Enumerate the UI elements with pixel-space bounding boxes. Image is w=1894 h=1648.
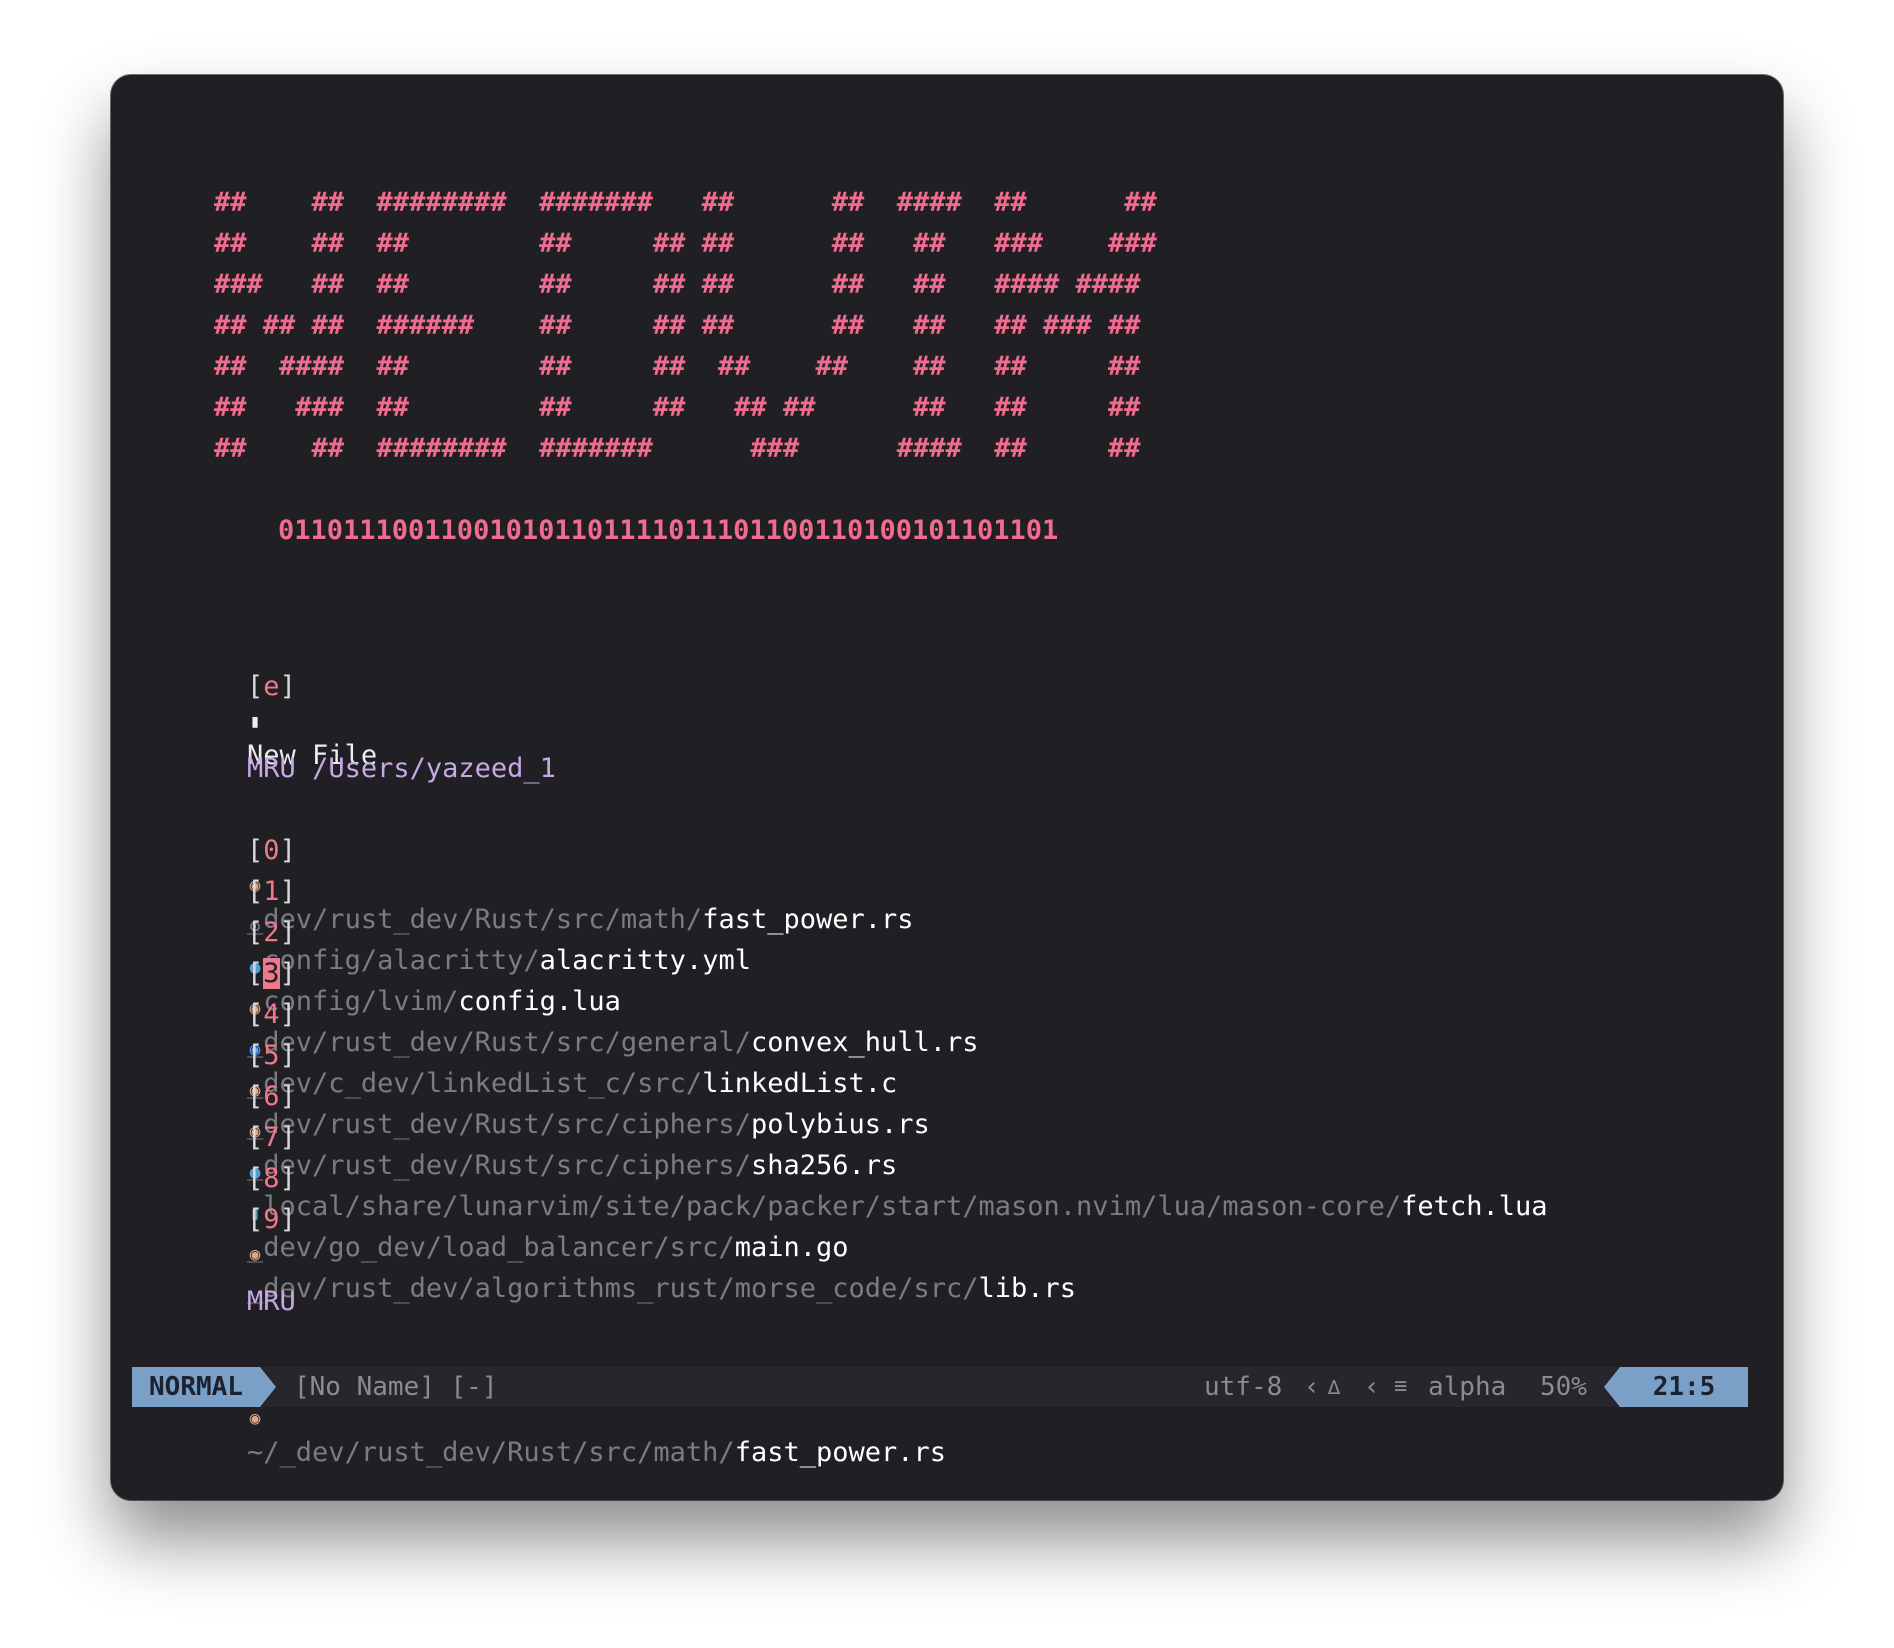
bracket-open: [ <box>247 671 264 702</box>
banner-line: ## ### ## ## ## ## ## ## ## ## <box>214 392 1141 423</box>
mru-section-header: MRU /Users/yazeed_1 <box>182 718 556 784</box>
mode-separator-arrow <box>260 1367 276 1407</box>
mru-item[interactable]: [7] ● .local/share/lunarvim/site/pack/pa… <box>182 1087 1547 1222</box>
mru-item[interactable]: [10] ◉ ~/_dev/rust_dev/Rust/src/math/fas… <box>182 1333 946 1468</box>
new-file-button[interactable]: [e] ▮ New File <box>182 636 377 771</box>
scroll-percent: 50% <box>1540 1372 1587 1402</box>
shortcut-key: e <box>263 671 280 702</box>
rust-icon: ◉ <box>249 1408 261 1429</box>
file-name: fast_power.rs <box>734 1437 947 1468</box>
encoding: utf-8 <box>1204 1372 1283 1402</box>
file-name: fetch.lua <box>1401 1191 1548 1222</box>
mru-item[interactable]: [0] ◉ _dev/rust_dev/Rust/src/math/fast_p… <box>182 800 913 935</box>
file-name: main.go <box>734 1232 849 1263</box>
bracket-open: [ <box>247 1204 264 1235</box>
banner-line: ## #### ## ## ## ## ## ## ## ## <box>214 351 1141 382</box>
bracket-close: ] <box>279 671 296 702</box>
buffer-name: [No Name] [-] <box>294 1372 498 1402</box>
mru-cwd-section-header: MRU <box>182 1251 296 1317</box>
filetype-icon: ≡ <box>1394 1374 1408 1399</box>
mru-item[interactable]: [1] ⚙ .config/alacritty/alacritty.yml <box>182 841 751 976</box>
bracket-close: ] <box>279 1204 296 1235</box>
mru-item[interactable]: [6] ◉ _dev/rust_dev/Rust/src/ciphers/sha… <box>182 1046 897 1181</box>
cursor-position: 21:5 <box>1620 1367 1748 1407</box>
os-icon: ∆ <box>1328 1375 1341 1399</box>
banner-line: ## ## ######## ####### ### #### ## ## <box>214 433 1141 464</box>
binary-string: 0110111001100101011011110111011001101001… <box>278 515 1059 546</box>
chevron-left-icon: ‹ <box>1364 1372 1380 1402</box>
shortcut-key: 9 <box>263 1204 280 1235</box>
position-separator-arrow <box>1604 1367 1620 1407</box>
banner-line: ### ## ## ## ## ## ## ## #### #### <box>214 269 1141 300</box>
mru-path: /Users/yazeed_1 <box>312 753 556 784</box>
mru-label: MRU <box>247 753 296 784</box>
mru-label: MRU <box>247 1286 296 1317</box>
terminal-window: ## ## ######## ####### ## ## #### ## ## … <box>111 75 1783 1500</box>
mru-item[interactable]: [5] ◉ _dev/rust_dev/Rust/src/ciphers/pol… <box>182 1005 930 1140</box>
file-dir: _dev/rust_dev/algorithms_rust/morse_code… <box>247 1273 979 1304</box>
chevron-left-icon: ‹ <box>1304 1372 1320 1402</box>
mru-item[interactable]: [3] ◉ _dev/rust_dev/Rust/src/general/con… <box>182 923 979 1058</box>
mru-item[interactable]: [4] ◉ _dev/c_dev/linkedList_c/src/linked… <box>182 964 897 1099</box>
status-line: NORMAL [No Name] [-] utf-8 ‹ ∆ ‹ ≡ alpha… <box>132 1367 1748 1407</box>
file-dir: ~/_dev/rust_dev/Rust/src/math/ <box>247 1437 735 1468</box>
mru-item[interactable]: [8] ▮ _dev/go_dev/load_balancer/src/main… <box>182 1128 848 1263</box>
mru-item[interactable]: [2] ● .config/lvim/config.lua <box>182 882 621 1017</box>
filetype: alpha <box>1428 1372 1507 1402</box>
mru-item[interactable]: [9] ◉ _dev/rust_dev/algorithms_rust/mors… <box>182 1169 1076 1304</box>
file-dir: _dev/go_dev/load_balancer/src/ <box>247 1232 735 1263</box>
banner-line: ## ## ######## ####### ## ## #### ## ## <box>214 187 1157 218</box>
mode-indicator: NORMAL <box>132 1367 260 1407</box>
banner-line: ## ## ## ###### ## ## ## ## ## ## ### ## <box>214 310 1141 341</box>
file-name: lib.rs <box>978 1273 1077 1304</box>
banner-line: ## ## ## ## ## ## ## ## ### ### <box>214 228 1157 259</box>
